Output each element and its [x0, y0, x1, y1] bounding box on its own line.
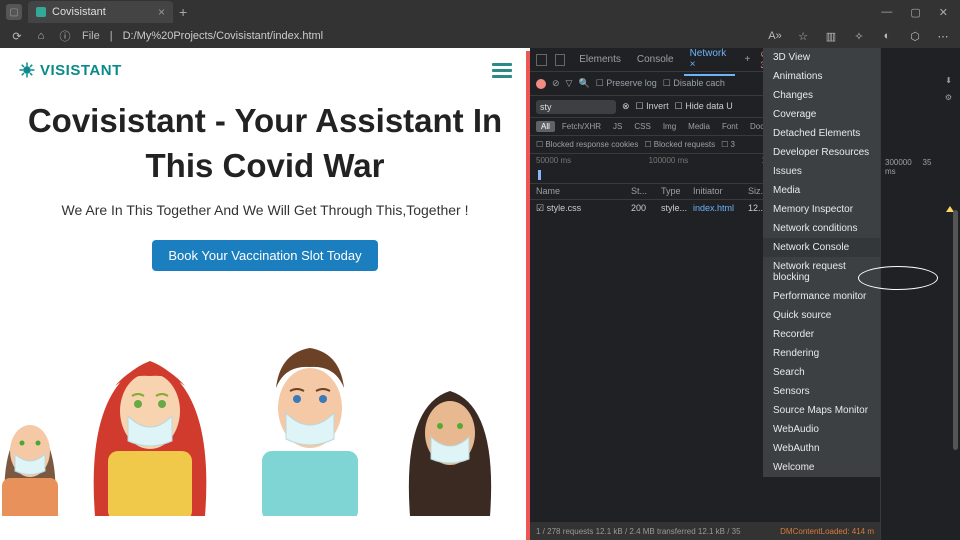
- hide-data-checkbox[interactable]: ☐ Hide data U: [675, 101, 733, 112]
- search-icon[interactable]: 🔍: [578, 78, 589, 89]
- logo-text: VISISTANT: [40, 62, 122, 79]
- dom-loaded-label: DMContentLoaded: 414 m: [780, 527, 874, 536]
- status-bar: 1 / 278 requests 12.1 kB / 2.4 MB transf…: [530, 522, 880, 540]
- menu-item-animations[interactable]: Animations: [763, 67, 880, 86]
- menu-item-media[interactable]: Media: [763, 181, 880, 200]
- clear-filter-icon[interactable]: ⊗: [622, 101, 630, 112]
- devtools-panel: Elements Console Network × + ⊘ 37 ▲ 1006…: [530, 48, 880, 540]
- blocked-response-checkbox[interactable]: ☐ Blocked response cookies: [536, 140, 638, 149]
- hero-title: Covisistant - Your Assistant In This Cov…: [15, 99, 515, 188]
- menu-item-welcome[interactable]: Welcome: [763, 458, 880, 477]
- menu-item-webaudio[interactable]: WebAudio: [763, 420, 880, 439]
- menu-item-recorder[interactable]: Recorder: [763, 325, 880, 344]
- tab-title: Covisistant: [52, 6, 106, 18]
- menu-item-rendering[interactable]: Rendering: [763, 344, 880, 363]
- home-icon[interactable]: ⌂: [34, 29, 48, 43]
- device-icon[interactable]: [555, 54, 566, 66]
- page-viewport: VISISTANT Covisistant - Your Assistant I…: [0, 48, 530, 540]
- filter-all[interactable]: All: [536, 121, 555, 132]
- tab-network[interactable]: Network ×: [684, 44, 735, 76]
- more-tools-menu: 3D ViewAnimationsChangesCoverageDetached…: [763, 48, 880, 477]
- menu-item-developer-resources[interactable]: Developer Resources: [763, 143, 880, 162]
- filter-media[interactable]: Media: [683, 121, 715, 132]
- hamburger-menu[interactable]: [492, 63, 512, 78]
- browser-tab[interactable]: Covisistant ×: [28, 1, 173, 23]
- browser-chrome: ▢ Covisistant × + — ▢ ✕ ⟳ ⌂ ⓘ File | D:/…: [0, 0, 960, 48]
- menu-item-performance-monitor[interactable]: Performance monitor: [763, 287, 880, 306]
- read-icon[interactable]: A»: [768, 29, 782, 43]
- tab-plus[interactable]: +: [739, 50, 757, 69]
- col-status[interactable]: St...: [629, 184, 659, 199]
- new-tab-button[interactable]: +: [179, 4, 187, 20]
- tab-console[interactable]: Console: [631, 50, 680, 69]
- filter-icon[interactable]: ▽: [566, 78, 573, 89]
- cta-button[interactable]: Book Your Vaccination Slot Today: [152, 240, 377, 271]
- menu-item-network-request-blocking[interactable]: Network request blocking: [763, 257, 880, 287]
- invert-checkbox[interactable]: ☐ Invert: [636, 101, 669, 112]
- menu-item-detached-elements[interactable]: Detached Elements: [763, 124, 880, 143]
- menu-item-issues[interactable]: Issues: [763, 162, 880, 181]
- tab-elements[interactable]: Elements: [573, 50, 627, 69]
- address-bar: ⟳ ⌂ ⓘ File | D:/My%20Projects/Covisistan…: [0, 24, 960, 48]
- hero-section: Covisistant - Your Assistant In This Cov…: [0, 89, 530, 281]
- url-text[interactable]: D:/My%20Projects/Covisistant/index.html: [123, 30, 758, 42]
- drawer-settings-icon[interactable]: ⚙: [881, 89, 960, 106]
- close-tab-icon[interactable]: ×: [158, 5, 165, 19]
- record-icon[interactable]: [536, 79, 546, 89]
- profile-icon[interactable]: ◐: [880, 29, 894, 43]
- filter-css[interactable]: CSS: [629, 121, 655, 132]
- col-name[interactable]: Name: [534, 184, 629, 199]
- menu-item-webauthn[interactable]: WebAuthn: [763, 439, 880, 458]
- collections-icon[interactable]: ▥: [824, 29, 838, 43]
- app-ext-icon[interactable]: ⬡: [908, 29, 922, 43]
- inspect-icon[interactable]: [536, 54, 547, 66]
- clear-icon[interactable]: ⊘: [552, 78, 560, 89]
- menu-item-quick-source[interactable]: Quick source: [763, 306, 880, 325]
- issues-indicator[interactable]: [881, 202, 960, 216]
- menu-item-coverage[interactable]: Coverage: [763, 105, 880, 124]
- menu-item-3d-view[interactable]: 3D View: [763, 48, 880, 67]
- hero-subtitle: We Are In This Together And We Will Get …: [15, 202, 515, 218]
- filter-font[interactable]: Font: [717, 121, 743, 132]
- window-controls: — ▢ ✕: [881, 6, 960, 19]
- filter-fetch[interactable]: Fetch/XHR: [557, 121, 606, 132]
- menu-item-network-console[interactable]: Network Console: [763, 238, 880, 257]
- main-area: VISISTANT Covisistant - Your Assistant I…: [0, 48, 960, 540]
- scrollbar[interactable]: [953, 210, 958, 450]
- preserve-log-checkbox[interactable]: ☐ Preserve log: [596, 78, 657, 89]
- third-party-checkbox[interactable]: ☐ 3: [721, 140, 735, 149]
- close-window-button[interactable]: ✕: [939, 6, 948, 19]
- url-prefix: File: [82, 30, 100, 42]
- minimize-button[interactable]: —: [881, 6, 892, 19]
- disable-cache-checkbox[interactable]: ☐ Disable cach: [663, 78, 725, 89]
- extensions-icon[interactable]: ✧: [852, 29, 866, 43]
- download-icon[interactable]: ⬇: [881, 72, 960, 89]
- app-icon[interactable]: ▢: [6, 4, 22, 20]
- refresh-icon[interactable]: ⟳: [10, 29, 24, 43]
- hero-illustration: [0, 301, 530, 516]
- menu-item-search[interactable]: Search: [763, 363, 880, 382]
- menu-item-sensors[interactable]: Sensors: [763, 382, 880, 401]
- maximize-button[interactable]: ▢: [910, 6, 920, 19]
- info-icon[interactable]: ⓘ: [58, 29, 72, 43]
- col-initiator[interactable]: Initiator: [691, 184, 746, 199]
- menu-item-network-conditions[interactable]: Network conditions: [763, 219, 880, 238]
- site-logo[interactable]: VISISTANT: [18, 61, 122, 79]
- tab-bar: ▢ Covisistant × + — ▢ ✕: [0, 0, 960, 24]
- filter-input[interactable]: [536, 100, 616, 114]
- filter-img[interactable]: Img: [658, 121, 681, 132]
- menu-item-memory-inspector[interactable]: Memory Inspector: [763, 200, 880, 219]
- menu-item-changes[interactable]: Changes: [763, 86, 880, 105]
- favicon-icon: [36, 7, 46, 17]
- page-header: VISISTANT: [0, 51, 530, 89]
- favorite-icon[interactable]: ☆: [796, 29, 810, 43]
- menu-item-source-maps-monitor[interactable]: Source Maps Monitor: [763, 401, 880, 420]
- more-icon[interactable]: ⋯: [936, 29, 950, 43]
- col-type[interactable]: Type: [659, 184, 691, 199]
- drawer-pane: ⬇ ⚙ 300000 ms35: [880, 48, 960, 540]
- blocked-requests-checkbox[interactable]: ☐ Blocked requests: [644, 140, 715, 149]
- filter-js[interactable]: JS: [608, 121, 627, 132]
- virus-icon: [18, 61, 36, 79]
